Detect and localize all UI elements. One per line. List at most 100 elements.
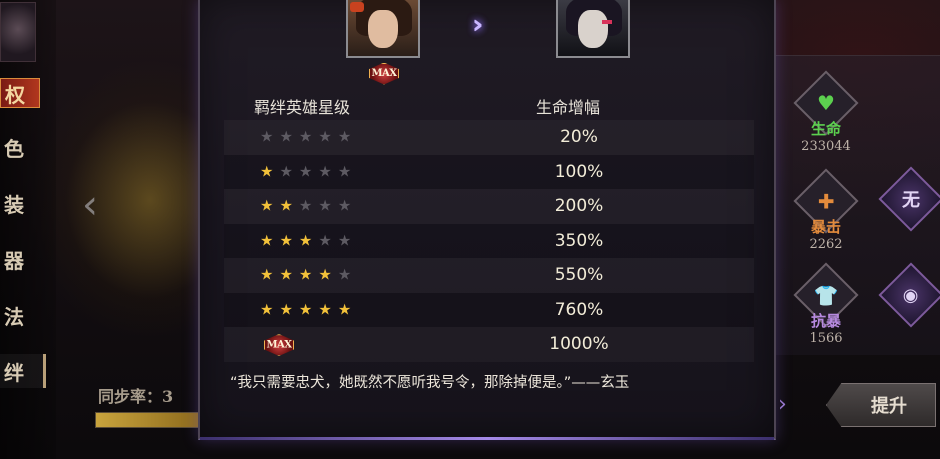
double-chevron-right-icon: ›› (472, 10, 488, 40)
chevron-right-icon[interactable]: › (778, 392, 787, 417)
nav-label: 色 (4, 136, 24, 161)
badge-label: 无 (902, 190, 920, 211)
hero-accent (602, 20, 612, 24)
stat-name: 抗暴 (810, 312, 841, 330)
max-star-badge: MAX (264, 333, 294, 356)
table-row: ★ ★ ★ ★ ★ 200% (224, 189, 754, 224)
star-icon: ★ (337, 127, 352, 146)
star-icon: ★ (298, 300, 313, 319)
star-rating: ★ ★ ★ ★ ★ (260, 196, 352, 215)
stat-name: 生命 (810, 120, 841, 138)
nav-label: 绊 (4, 360, 24, 385)
hp-bonus-value: 20% (560, 127, 598, 148)
star-icon: ★ (279, 127, 293, 146)
nav-item-se[interactable]: 色 (0, 130, 46, 164)
stat-value: 233044 (801, 139, 851, 154)
star-icon: ★ (279, 196, 293, 215)
stat-name: 暴击 (810, 218, 841, 236)
nav-label: 装 (4, 192, 24, 217)
star-icon: ★ (260, 265, 274, 284)
star-rating: ★ ★ ★ ★ ★ (260, 164, 351, 179)
star-icon: ★ (337, 300, 352, 319)
bond-table: 羁绊英雄星级 生命增幅 ★ ★ ★ ★ ★ 20% ★ ★ ★ ★ ★ 100% ★ ★ ★ ★ ★ 200% ★ ★… (224, 92, 754, 362)
star-icon: ★ (337, 162, 352, 181)
nav-item-quan[interactable]: 权 (0, 78, 40, 108)
star-icon: ★ (279, 231, 293, 250)
sync-progress-bar (95, 412, 205, 428)
header-hp-bonus: 生命增幅 (536, 98, 601, 117)
star-icon: ★ (318, 300, 332, 319)
nav-label: 权 (5, 82, 25, 107)
star-icon: ★ (318, 196, 332, 215)
table-body: ★ ★ ★ ★ ★ 20% ★ ★ ★ ★ ★ 100% ★ ★ ★ ★ ★ 200% ★ ★ ★ ★ ★ 350% ★ ★ ★ ★ ★… (224, 120, 754, 362)
hero-quote: “我只需要忠犬，她既然不愿听我号令，那除掉便是。”——玄玉 (230, 375, 630, 391)
hp-bonus-value: 350% (554, 230, 604, 251)
star-icon: ★ (279, 300, 293, 319)
shirt-icon: 👕 (813, 283, 839, 307)
max-badge-label: MAX (369, 62, 399, 85)
hero-face (578, 10, 608, 48)
table-row: ★ ★ ★ ★ ★ 100% (224, 154, 754, 189)
nav-label: 法 (4, 304, 24, 329)
hp-bonus-value: 1000% (549, 334, 609, 355)
star-icon: ★ (260, 300, 274, 319)
star-icon: ★ (298, 265, 313, 284)
hp-bonus-value: 550% (554, 265, 604, 286)
table-header: 羁绊英雄星级 生命增幅 (224, 92, 754, 120)
nav-item-ban[interactable]: 绊 (0, 354, 46, 388)
header-star-level: 羁绊英雄星级 (254, 98, 351, 117)
table-row: MAX 1000% (224, 327, 754, 362)
star-icon: ★ (318, 231, 332, 250)
star-rating: ★ ★ ★ ★ ★ (260, 302, 351, 317)
sync-progress-fill (96, 413, 199, 427)
table-row: ★ ★ ★ ★ ★ 20% (224, 120, 754, 155)
star-icon: ★ (260, 196, 274, 215)
hp-bonus-value: 100% (554, 161, 604, 182)
hp-bonus-value: 760% (554, 299, 604, 320)
star-icon: ★ (260, 231, 274, 250)
nav-label: 器 (4, 248, 24, 273)
table-row: ★ ★ ★ ★ ★ 550% (224, 258, 754, 293)
stat-hp: ♥ 生命 233044 (786, 70, 866, 154)
star-icon: ★ (298, 231, 313, 250)
star-rating: ★ ★ ★ ★ ★ (260, 233, 351, 248)
target-hero-portrait (556, 0, 630, 58)
bond-detail-modal: ›› MAX 羁绊英雄星级 生命增幅 ★ ★ ★ ★ ★ 20% ★ ★ ★ ★ ★ 100% ★ ★ ★ ★… (198, 0, 776, 440)
stat-value: 1566 (809, 331, 843, 346)
star-icon: ★ (318, 127, 332, 146)
left-nav: 权 色 装 器 法 绊 (0, 0, 56, 459)
star-icon: ★ (298, 162, 313, 181)
star-icon: ★ (260, 162, 274, 181)
star-icon: ★ (279, 265, 293, 284)
stat-value: 2262 (809, 237, 843, 252)
star-icon: ★ (298, 127, 313, 146)
max-star-badge: MAX (369, 61, 399, 85)
star-icon: ★ (337, 265, 352, 284)
source-hero-portrait (346, 0, 420, 58)
star-rating: ★ ★ ★ ★ ★ (260, 127, 352, 146)
star-icon: ★ (298, 196, 313, 215)
avatar[interactable] (0, 2, 36, 62)
heart-icon: ♥ (817, 91, 835, 115)
crown-icon (350, 2, 364, 12)
upgrade-button[interactable]: 提升 (826, 383, 936, 427)
orb-icon: ◉ (903, 284, 919, 306)
max-badge-label: MAX (264, 334, 294, 356)
star-icon: ★ (318, 265, 332, 284)
stat-crit: ✚ 暴击 2262 (786, 168, 866, 252)
table-row: ★ ★ ★ ★ ★ 760% (224, 292, 754, 327)
star-icon: ★ (337, 196, 352, 215)
nav-item-zhuang[interactable]: 装 (0, 186, 46, 220)
table-row: ★ ★ ★ ★ ★ 350% (224, 223, 754, 258)
nav-item-fa[interactable]: 法 (0, 298, 46, 332)
hero-face (368, 10, 398, 48)
star-rating: ★ ★ ★ ★ ★ (260, 265, 352, 284)
hp-bonus-value: 200% (554, 196, 604, 217)
stat-crit-resist: 👕 抗暴 1566 (786, 262, 866, 346)
sync-rate-label: 同步率：3 (98, 387, 174, 406)
chevron-left-icon[interactable]: ‹ (82, 182, 98, 228)
nav-item-qi[interactable]: 器 (0, 242, 46, 276)
star-icon: ★ (279, 162, 293, 181)
star-icon: ★ (260, 127, 274, 146)
star-icon: ★ (318, 162, 332, 181)
